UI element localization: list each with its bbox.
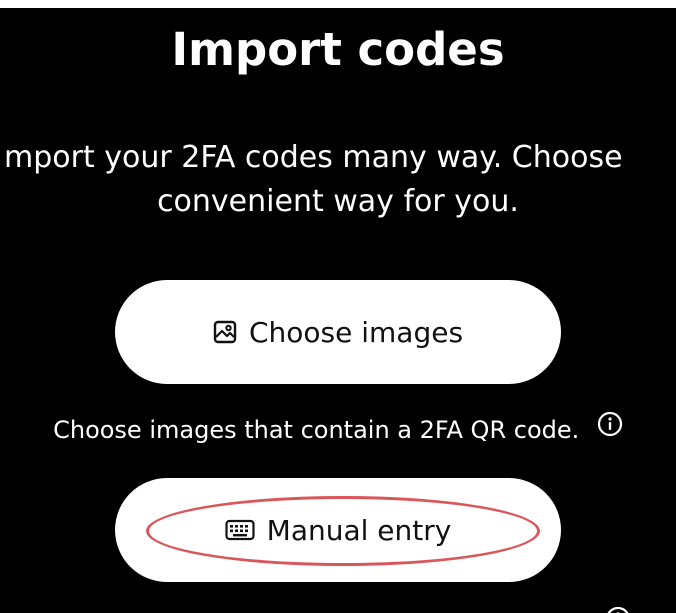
choose-images-hint: Choose images that contain a 2FA QR code… — [0, 411, 676, 448]
description-line-2: convenient way for you. — [157, 184, 519, 219]
info-icon[interactable] — [597, 411, 623, 447]
page-title: Import codes — [171, 23, 505, 76]
info-icon-partial[interactable] — [605, 606, 631, 613]
import-panel: Import codes mport your 2FA codes many w… — [0, 8, 676, 613]
manual-entry-button[interactable]: Manual entry — [115, 478, 561, 582]
description-line-1: mport your 2FA codes many way. Choose — [4, 140, 623, 175]
keyboard-icon — [225, 519, 255, 541]
choose-images-button[interactable]: Choose images — [115, 280, 561, 384]
choose-images-label: Choose images — [248, 315, 464, 349]
choose-images-hint-text: Choose images that contain a 2FA QR code… — [53, 416, 580, 444]
manual-entry-label: Manual entry — [266, 513, 452, 547]
image-icon — [213, 320, 237, 344]
